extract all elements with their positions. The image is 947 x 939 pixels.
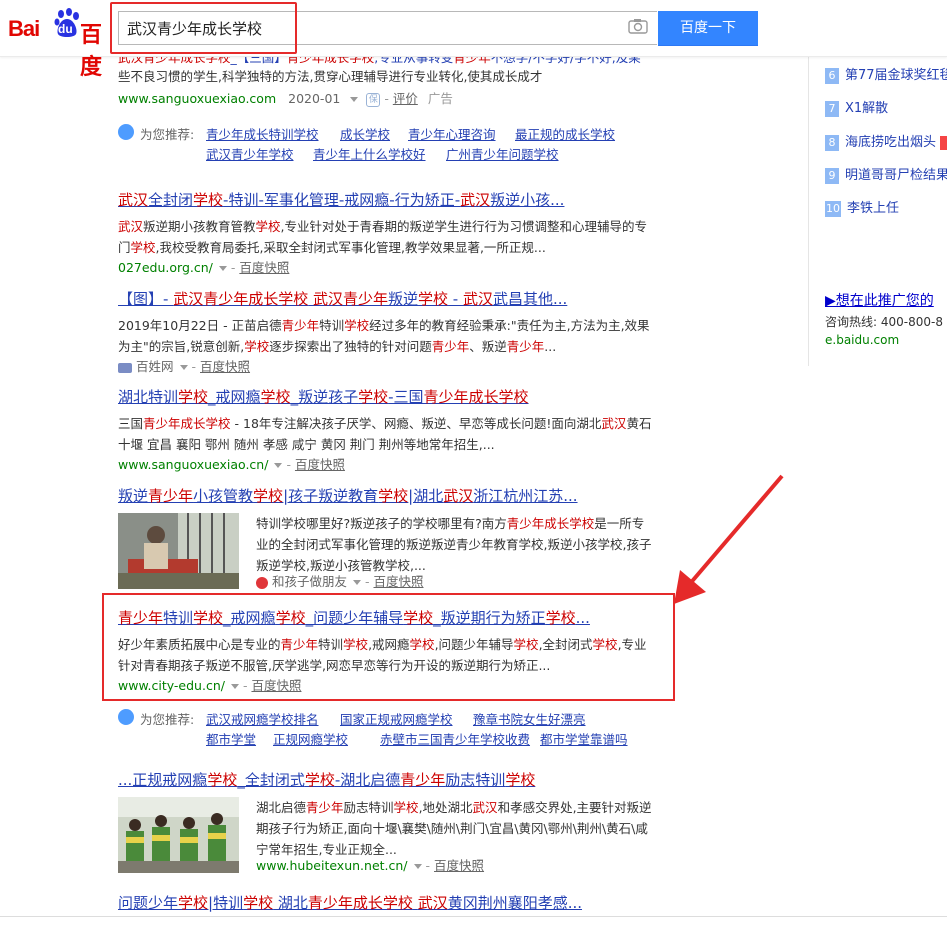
column-divider [808, 56, 809, 366]
paw-icon [118, 124, 134, 140]
result-url[interactable]: www.sanguoxuexiao.cn/ [118, 457, 268, 472]
result-url[interactable]: www.sanguoxuexiao.com [118, 91, 276, 106]
result-date: 2020-01 [288, 91, 341, 106]
logo-text-cn: 百度 [80, 23, 102, 80]
result-abstract: 湖北启德青少年励志特训学校,地处湖北武汉和孝感交界处,主要针对叛逆期孩子行为矫正… [256, 800, 652, 857]
annotation-arrow-icon [674, 474, 784, 604]
hot-item[interactable]: 6 第77届金球奖红毯 [825, 64, 947, 84]
recommend-link[interactable]: 成长学校 [340, 124, 390, 143]
snapshot-link[interactable]: 百度快照 [239, 260, 289, 275]
dropdown-icon[interactable] [413, 864, 422, 869]
result-item: 【图】- 武汉青少年成长学校 武汉青少年叛逆学校 - 武汉武昌其他... 201… [118, 288, 658, 377]
result-title[interactable]: 湖北特训学校_戒网瘾学校_叛逆孩子学校-三国青少年成长学校 [118, 386, 658, 407]
recommend-link[interactable]: 青少年心理咨询 [408, 124, 496, 143]
recommend-label: 为您推荐: [140, 712, 195, 727]
dropdown-icon[interactable] [179, 365, 188, 370]
result-item: 湖北特训学校_戒网瘾学校_叛逆孩子学校-三国青少年成长学校 三国青少年成长学校 … [118, 386, 658, 475]
annotation-rectangle [102, 593, 675, 701]
result-item: ...正规戒网瘾学校_全封闭式学校-湖北启德青少年励志特训学校 湖北启德青少年励… [118, 769, 658, 873]
recommend-link[interactable]: 武汉戒网瘾学校排名 [206, 709, 319, 728]
recommend-link[interactable]: 青少年上什么学校好 [313, 144, 426, 163]
site-icon [118, 362, 132, 373]
result-title[interactable]: 问题少年学校|特训学校 湖北青少年成长学校 武汉黄冈荆州襄阳孝感... [118, 892, 658, 913]
recommend-link[interactable]: 广州青少年问题学校 [446, 144, 559, 163]
result-title[interactable]: 叛逆青少年小孩管教学校|孩子叛逆教育学校|湖北武汉浙江杭州江苏... [118, 485, 658, 506]
result-thumbnail[interactable] [118, 513, 239, 589]
logo-text-bai: Bai [8, 16, 40, 41]
recommend-link[interactable]: 最正规的成长学校 [515, 124, 615, 143]
paw-icon [118, 709, 134, 725]
result-url[interactable]: www.hubeitexun.net.cn/ [256, 858, 408, 873]
snapshot-link[interactable]: 百度快照 [295, 457, 345, 472]
hot-item-label: 海底捞吃出烟头 [845, 135, 937, 150]
promo-link[interactable]: ▶想在此推广您的 [825, 290, 934, 310]
result-thumbnail[interactable] [118, 797, 239, 873]
baidu-logo[interactable]: Bai du 百度 [8, 8, 112, 80]
result-item: 问题少年学校|特训学校 湖北青少年成长学校 武汉黄冈荆州襄阳孝感... [118, 892, 658, 913]
hot-item[interactable]: 10 李铁上任 [825, 197, 899, 217]
result-item: 叛逆青少年小孩管教学校|孩子叛逆教育学校|湖北武汉浙江杭州江苏... 特训学校哪… [118, 485, 658, 589]
result-url-line: 027edu.org.cn/- 百度快照 [118, 260, 290, 275]
recommend-link[interactable]: 青少年成长特训学校 [206, 124, 319, 143]
result-url-line: 和孩子做朋友 - 百度快照 [256, 572, 424, 592]
dropdown-icon[interactable] [274, 463, 283, 468]
site-icon [256, 576, 268, 589]
result-abstract: 特训学校哪里好?叛逆孩子的学校哪里有?南方青少年成长学校是一所专业的全封闭式军事… [256, 516, 652, 573]
result-abstract: 2019年10月22日 - 正苗启德青少年特训学校经过多年的教育经验秉承:"责任… [118, 318, 650, 354]
hot-item-label: 第77届金球奖红毯 [845, 68, 947, 83]
dropdown-icon[interactable] [218, 266, 227, 271]
result-url-line: www.sanguoxuexiao.com 2020-01 保 - 评价 广告 [118, 91, 453, 107]
result-title[interactable]: 【图】- 武汉青少年成长学校 武汉青少年叛逆学校 - 武汉武昌其他... [118, 288, 658, 309]
result-abstract: 些不良习惯的学生,科学独特的方法,贯穿心理辅导进行专业转化,使其成长成才 [118, 69, 543, 84]
result-title[interactable]: ...正规戒网瘾学校_全封闭式学校-湖北启德青少年励志特训学校 [118, 769, 658, 790]
hot-item-label: X1解散 [845, 101, 889, 116]
divider [0, 916, 947, 917]
result-abstract: 武汉叛逆期小孩教育管教学校,专业针对处于青春期的叛逆学生进行行为习惯调整和心理辅… [118, 219, 648, 255]
recommend-block: 为您推荐: 武汉戒网瘾学校排名 国家正规戒网瘾学校 豫章书院女生好漂亮 都市学堂… [118, 709, 658, 749]
rank-number: 6 [825, 68, 839, 84]
recommend-label: 为您推荐: [140, 127, 195, 142]
recommend-link[interactable]: 国家正规戒网瘾学校 [340, 709, 453, 728]
result-source[interactable]: 和孩子做朋友 [272, 574, 347, 589]
snapshot-link[interactable]: 百度快照 [200, 359, 250, 374]
result-source[interactable]: 百姓网 [136, 359, 174, 374]
promo-hotline: 咨询热线: 400-800-8 [825, 315, 943, 329]
eval-link[interactable]: 评价 [393, 91, 418, 106]
result-abstract: 三国青少年成长学校 - 18年专注解决孩子厌学、网瘾、叛逆、早恋等成长问题!面向… [118, 416, 652, 452]
search-annotation-box [110, 2, 297, 54]
dropdown-icon[interactable] [350, 97, 359, 102]
recommend-block: 为您推荐: 青少年成长特训学校 成长学校 青少年心理咨询 最正规的成长学校 武汉… [118, 124, 658, 164]
result-item: 武汉全封闭学校-特训-军事化管理-戒网瘾-行为矫正-武汉叛逆小孩... 武汉叛逆… [118, 189, 658, 278]
rank-number: 7 [825, 101, 839, 117]
hot-item-label: 李铁上任 [847, 201, 900, 216]
rank-number: 10 [825, 201, 841, 217]
logo-text-du: du [58, 22, 73, 36]
recommend-link[interactable]: 赤壁市三国青少年学校收费 [380, 729, 530, 748]
recommend-link[interactable]: 武汉青少年学校 [206, 144, 294, 163]
shield-icon: 保 [366, 92, 381, 107]
dropdown-icon[interactable] [353, 580, 362, 585]
result-title[interactable]: 武汉全封闭学校-特训-军事化管理-戒网瘾-行为矫正-武汉叛逆小孩... [118, 189, 658, 210]
camera-icon[interactable] [628, 18, 648, 34]
hot-item[interactable]: 7 X1解散 [825, 97, 888, 117]
recommend-link[interactable]: 豫章书院女生好漂亮 [473, 709, 586, 728]
result-url[interactable]: 027edu.org.cn/ [118, 260, 213, 275]
hot-item[interactable]: 9 明道哥哥尸检结果 [825, 164, 947, 184]
recommend-link[interactable]: 都市学堂靠谱吗 [540, 729, 628, 748]
recommend-link[interactable]: 都市学堂 [206, 729, 256, 748]
ad-label: 广告 [427, 91, 453, 106]
promo-url[interactable]: e.baidu.com [825, 333, 899, 347]
hot-item[interactable]: 8 海底捞吃出烟头 [825, 131, 947, 151]
hot-item-label: 明道哥哥尸检结果 [845, 168, 947, 183]
rank-number: 8 [825, 135, 839, 151]
result-url-line: www.hubeitexun.net.cn/- 百度快照 [256, 858, 485, 873]
recommend-link[interactable]: 正规网瘾学校 [273, 729, 348, 748]
result-url-line: www.sanguoxuexiao.cn/- 百度快照 [118, 457, 345, 472]
snapshot-link[interactable]: 百度快照 [434, 858, 484, 873]
rank-number: 9 [825, 168, 839, 184]
snapshot-link[interactable]: 百度快照 [374, 574, 424, 589]
search-button[interactable]: 百度一下 [658, 11, 758, 46]
result-url-line: 百姓网 - 百度快照 [118, 357, 658, 377]
hot-badge-icon [940, 135, 947, 150]
